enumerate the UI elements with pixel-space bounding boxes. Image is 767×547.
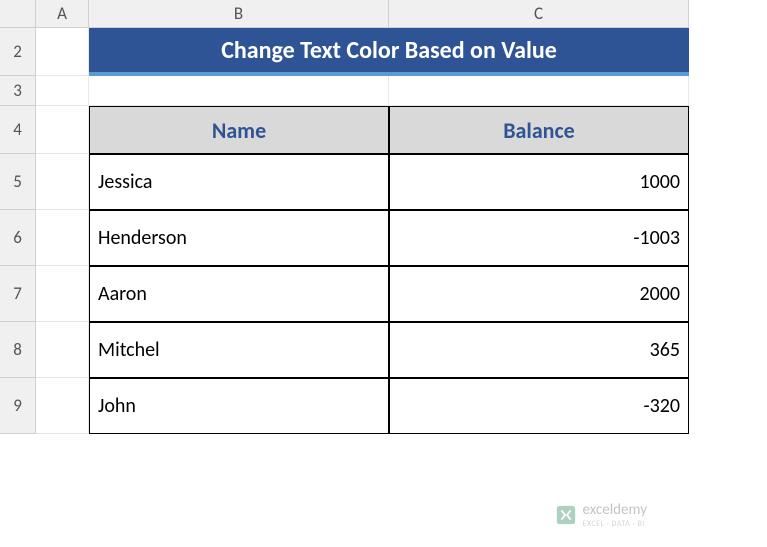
- row-header-3[interactable]: 3: [0, 76, 36, 106]
- cell-c3[interactable]: [389, 76, 689, 106]
- select-all-corner[interactable]: [0, 0, 36, 28]
- row-header-7[interactable]: 7: [0, 266, 36, 322]
- cell-b3[interactable]: [89, 76, 389, 106]
- spreadsheet-grid: A B C 2 Change Text Color Based on Value…: [0, 0, 767, 434]
- table-row[interactable]: Aaron: [89, 266, 389, 322]
- table-row[interactable]: Henderson: [89, 210, 389, 266]
- table-row[interactable]: -1003: [389, 210, 689, 266]
- row-header-5[interactable]: 5: [0, 154, 36, 210]
- brand-icon: [555, 504, 577, 526]
- row-header-2[interactable]: 2: [0, 28, 36, 76]
- col-header-a[interactable]: A: [36, 0, 89, 28]
- table-row[interactable]: 2000: [389, 266, 689, 322]
- header-balance[interactable]: Balance: [389, 106, 689, 154]
- table-row[interactable]: Jessica: [89, 154, 389, 210]
- row-header-4[interactable]: 4: [0, 106, 36, 154]
- table-row[interactable]: 1000: [389, 154, 689, 210]
- watermark-text-block: exceldemy EXCEL · DATA · BI: [583, 501, 647, 529]
- cell-a9[interactable]: [36, 378, 89, 434]
- cell-a5[interactable]: [36, 154, 89, 210]
- row-header-6[interactable]: 6: [0, 210, 36, 266]
- table-row[interactable]: Mitchel: [89, 322, 389, 378]
- cell-a2[interactable]: [36, 28, 89, 76]
- col-header-b[interactable]: B: [89, 0, 389, 28]
- title-cell[interactable]: Change Text Color Based on Value: [89, 28, 689, 76]
- cell-a7[interactable]: [36, 266, 89, 322]
- table-row[interactable]: -320: [389, 378, 689, 434]
- cell-a6[interactable]: [36, 210, 89, 266]
- watermark-brand: exceldemy: [583, 501, 647, 519]
- cell-a4[interactable]: [36, 106, 89, 154]
- row-header-8[interactable]: 8: [0, 322, 36, 378]
- table-row[interactable]: 365: [389, 322, 689, 378]
- cell-a8[interactable]: [36, 322, 89, 378]
- row-header-9[interactable]: 9: [0, 378, 36, 434]
- watermark: exceldemy EXCEL · DATA · BI: [555, 501, 647, 529]
- header-name[interactable]: Name: [89, 106, 389, 154]
- col-header-c[interactable]: C: [389, 0, 689, 28]
- cell-a3[interactable]: [36, 76, 89, 106]
- table-row[interactable]: John: [89, 378, 389, 434]
- watermark-tagline: EXCEL · DATA · BI: [583, 519, 647, 529]
